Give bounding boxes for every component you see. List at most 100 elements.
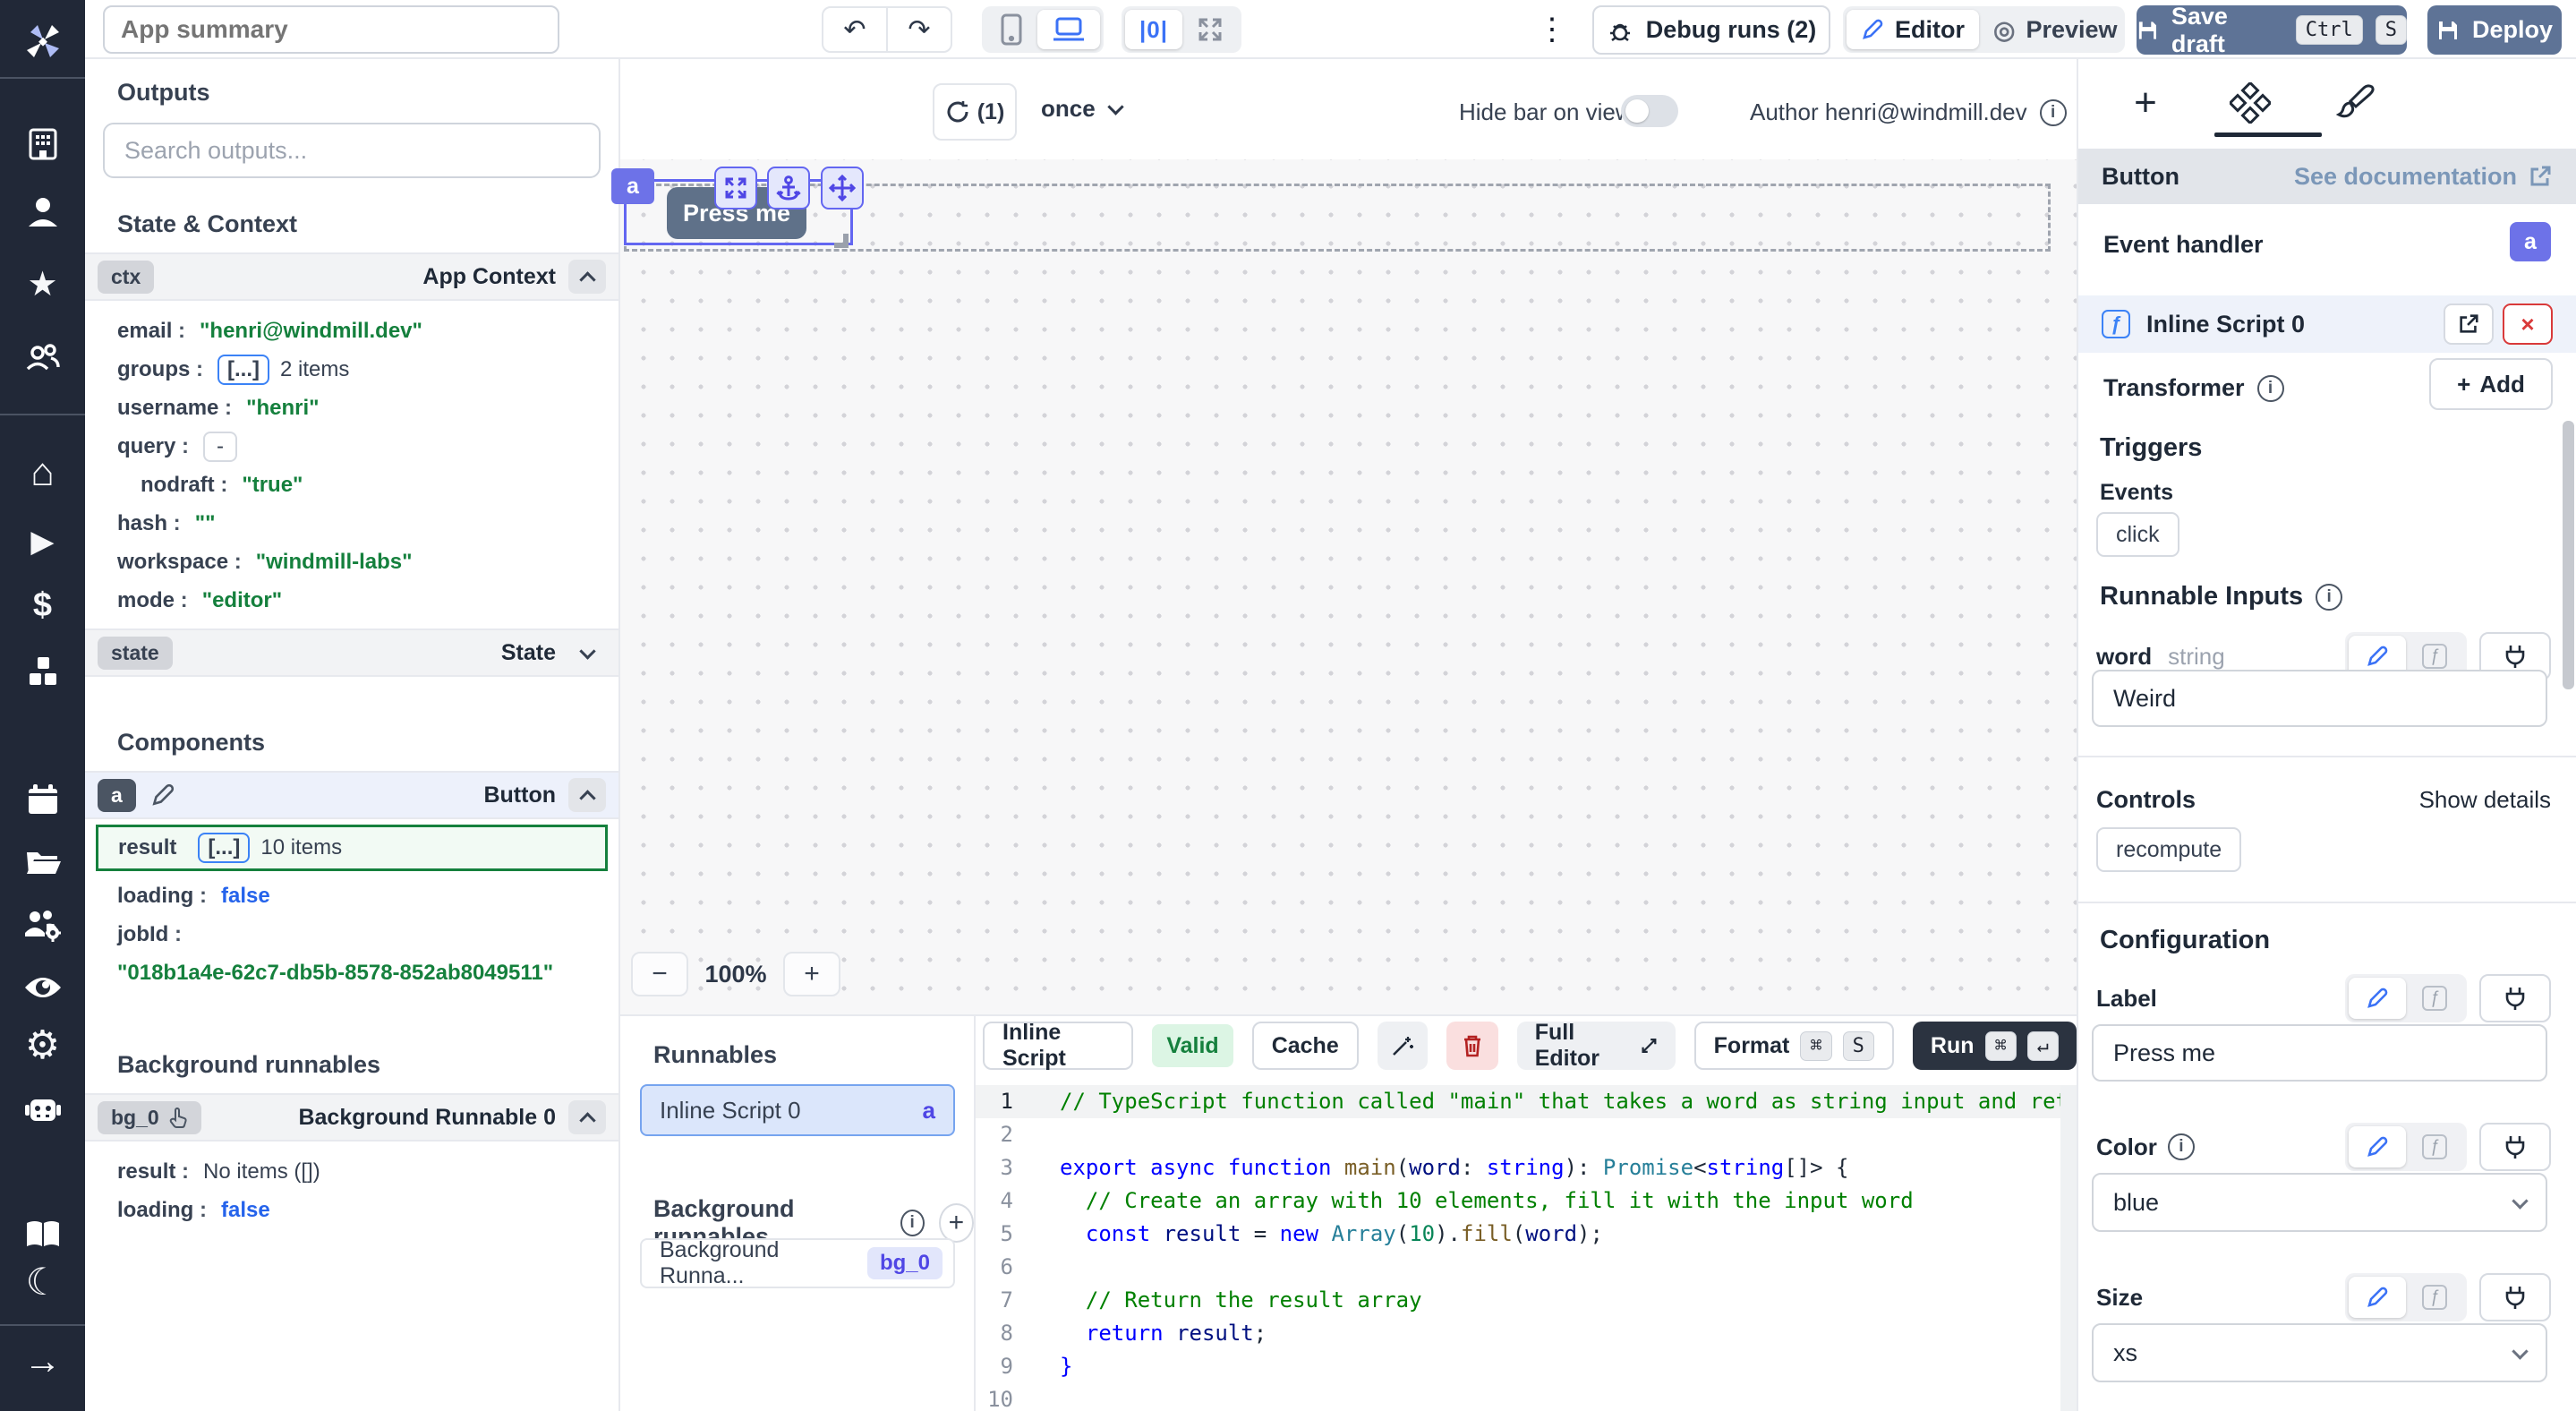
state-header-row[interactable]: state State: [85, 629, 618, 677]
label-value-input[interactable]: [2092, 1024, 2547, 1082]
eval-mode-button[interactable]: ƒ: [2406, 1126, 2463, 1167]
zoom-out-button[interactable]: −: [631, 952, 688, 996]
groups-icon[interactable]: [0, 338, 85, 378]
desktop-view-button[interactable]: [1037, 10, 1100, 49]
code-area[interactable]: 1// TypeScript function called "main" th…: [976, 1085, 2060, 1411]
fullscreen-layout-button[interactable]: [1182, 10, 1238, 49]
full-editor-button[interactable]: Full Editor: [1517, 1022, 1676, 1070]
workers-users-gear-icon[interactable]: [0, 906, 85, 945]
move-handle-button[interactable]: [821, 167, 864, 210]
ai-robot-icon[interactable]: [0, 1090, 85, 1128]
windmill-logo-icon[interactable]: [0, 21, 85, 61]
favorites-star-icon[interactable]: ★: [0, 267, 85, 303]
refresh-mode-dropdown[interactable]: once: [1041, 95, 1122, 123]
format-button[interactable]: Format ⌘ S: [1694, 1022, 1894, 1070]
run-button[interactable]: Run ⌘ ↵: [1913, 1022, 2077, 1070]
output-row[interactable]: groups[...]2 items: [117, 350, 618, 389]
bg-runnable-label: Background Runnable 0: [298, 1105, 556, 1131]
static-mode-button[interactable]: [2349, 1277, 2406, 1318]
collapse-button[interactable]: [568, 260, 606, 294]
word-value-input[interactable]: [2092, 670, 2547, 727]
info-icon[interactable]: [2040, 99, 2067, 126]
component-id-tag[interactable]: a: [611, 168, 654, 204]
info-icon[interactable]: [2168, 1133, 2195, 1160]
styling-tab[interactable]: [2333, 81, 2378, 125]
settings-gear-icon[interactable]: ⚙: [0, 1028, 85, 1064]
delete-script-button[interactable]: [1446, 1022, 1498, 1070]
color-select-value: blue: [2113, 1189, 2159, 1217]
eval-mode-button[interactable]: ƒ: [2406, 1277, 2463, 1318]
anchor-handle-button[interactable]: [767, 167, 810, 210]
center-layout-button[interactable]: |0|: [1125, 10, 1182, 49]
debug-runs-button[interactable]: Debug runs (2): [1592, 5, 1830, 55]
add-bg-runnable-button[interactable]: +: [939, 1203, 974, 1243]
inspector-scrollbar[interactable]: [2563, 421, 2574, 689]
variables-dollar-icon[interactable]: $: [0, 587, 85, 623]
editor-scrollbar[interactable]: [2060, 1085, 2077, 1411]
static-mode-button[interactable]: [2349, 1126, 2406, 1167]
eval-mode-button[interactable]: ƒ: [2406, 978, 2463, 1019]
save-draft-label: Save draft: [2171, 3, 2283, 58]
component-settings-tab[interactable]: [2228, 81, 2273, 125]
pencil-icon[interactable]: [150, 782, 175, 808]
deploy-button[interactable]: Deploy: [2427, 5, 2562, 55]
runnable-item-selected[interactable]: Inline Script 0 a: [640, 1084, 955, 1136]
ai-wand-button[interactable]: [1378, 1022, 1428, 1070]
component-id-badge: a: [2510, 222, 2551, 261]
workspace-icon[interactable]: [0, 125, 85, 163]
cache-button[interactable]: Cache: [1252, 1022, 1359, 1070]
collapse-button[interactable]: [568, 778, 606, 812]
mobile-view-button[interactable]: [985, 10, 1037, 49]
more-options-kebab-icon[interactable]: ⋮: [1537, 9, 1567, 50]
add-transformer-button[interactable]: + Add: [2429, 358, 2553, 410]
resize-handle[interactable]: [834, 234, 849, 248]
connect-plug-button[interactable]: [2479, 1273, 2551, 1321]
output-row[interactable]: query-: [117, 427, 618, 466]
button-component-row[interactable]: a Button: [85, 771, 618, 819]
canvas-grid[interactable]: a Press me − 100% +: [620, 159, 2077, 1014]
user-icon[interactable]: [0, 193, 85, 231]
remove-script-button[interactable]: ×: [2503, 304, 2553, 345]
recompute-pill[interactable]: recompute: [2096, 827, 2241, 872]
runs-play-icon[interactable]: ▶: [0, 524, 85, 560]
open-script-button[interactable]: [2444, 304, 2494, 345]
info-icon[interactable]: [2316, 584, 2342, 611]
info-icon[interactable]: [900, 1210, 925, 1236]
editor-tab[interactable]: Editor: [1847, 10, 1979, 49]
collapse-button[interactable]: [568, 1100, 606, 1134]
bg-runnable-row[interactable]: bg_0 Background Runnable 0: [85, 1093, 618, 1142]
folders-icon[interactable]: [0, 843, 85, 883]
refresh-button[interactable]: (1): [933, 83, 1017, 141]
save-draft-button[interactable]: Save draft Ctrl S: [2137, 5, 2407, 55]
static-mode-button[interactable]: [2349, 978, 2406, 1019]
inline-script-row[interactable]: ƒ Inline Script 0 ×: [2078, 295, 2576, 353]
expand-handle-button[interactable]: [714, 167, 757, 210]
color-select[interactable]: blue: [2092, 1173, 2547, 1232]
docs-book-icon[interactable]: [0, 1218, 85, 1252]
collapse-arrow-icon[interactable]: →: [0, 1343, 85, 1379]
expand-button[interactable]: [568, 636, 606, 670]
size-select[interactable]: xs: [2092, 1323, 2547, 1382]
schedules-calendar-icon[interactable]: [0, 782, 85, 819]
search-outputs-input[interactable]: [103, 123, 601, 178]
show-details-link[interactable]: Show details: [2419, 786, 2551, 814]
see-documentation-link[interactable]: See documentation: [2294, 163, 2553, 191]
resources-cubes-icon[interactable]: [0, 654, 85, 691]
audit-eye-icon[interactable]: [0, 969, 85, 1006]
hide-bar-toggle[interactable]: [1621, 95, 1678, 127]
info-icon[interactable]: [2257, 375, 2284, 402]
insert-component-tab[interactable]: +: [2123, 81, 2168, 125]
dark-mode-moon-icon[interactable]: ☾: [0, 1264, 85, 1300]
inline-script-tab[interactable]: Inline Script: [983, 1022, 1133, 1070]
result-highlighted-row[interactable]: result [...] 10 items: [96, 825, 608, 871]
bg-runnable-item[interactable]: Background Runna... bg_0: [640, 1238, 955, 1288]
redo-button[interactable]: ↷: [888, 8, 951, 51]
undo-button[interactable]: ↶: [823, 8, 888, 51]
home-icon[interactable]: ⌂: [0, 455, 85, 491]
connect-plug-button[interactable]: [2479, 1123, 2551, 1171]
ctx-header-row[interactable]: ctx App Context: [85, 252, 618, 301]
app-summary-input[interactable]: [103, 5, 559, 54]
preview-tab[interactable]: ◎ Preview: [1979, 10, 2132, 49]
zoom-in-button[interactable]: +: [783, 952, 840, 996]
connect-plug-button[interactable]: [2479, 974, 2551, 1022]
